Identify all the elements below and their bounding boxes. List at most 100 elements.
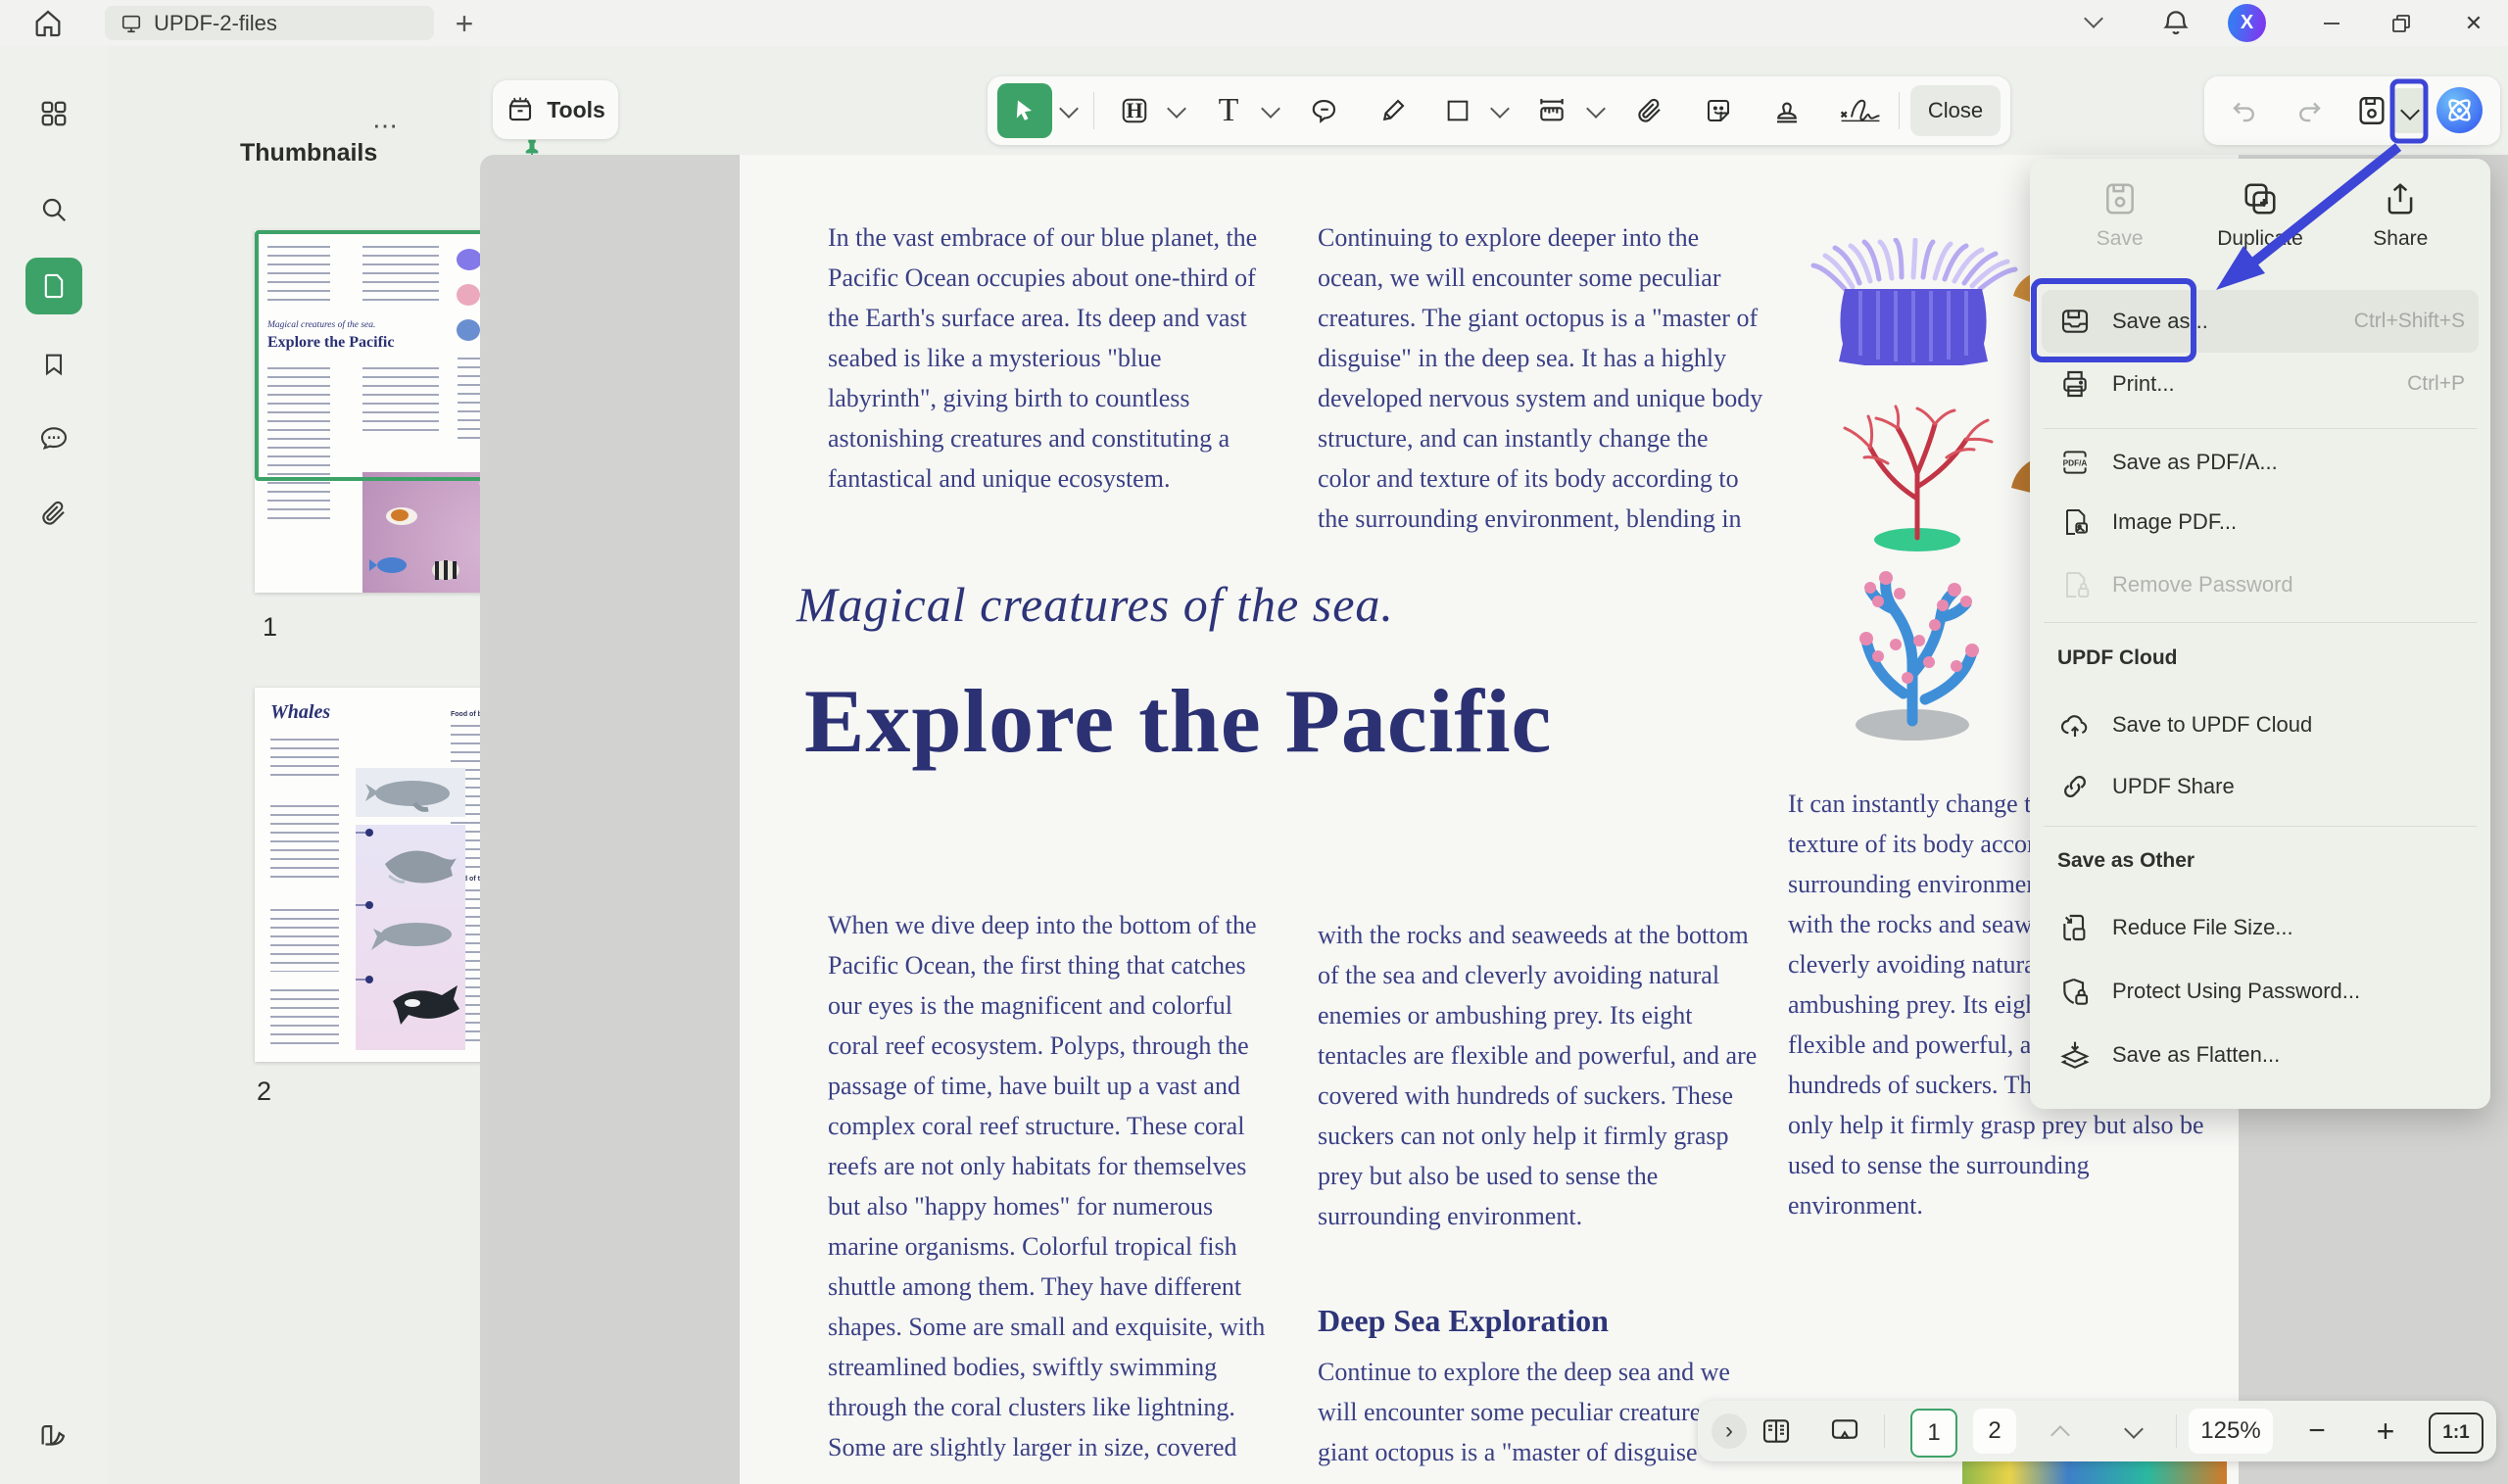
fan-coral-illustration — [1819, 405, 2015, 551]
branch-coral-illustration — [1809, 547, 2015, 742]
tab-monitor-icon — [121, 13, 142, 34]
select-tool-chevron-icon[interactable] — [1062, 102, 1076, 120]
window-minimize-button[interactable] — [2299, 0, 2364, 46]
user-avatar[interactable]: X — [2228, 4, 2266, 42]
thumb2-page-number: 2 — [257, 1077, 271, 1107]
page-1-button[interactable]: 1 — [1910, 1409, 1957, 1458]
shield-lock-icon — [2059, 976, 2091, 1007]
bookmark-icon[interactable] — [25, 336, 82, 393]
document-script-heading: Magical creatures of the sea. — [796, 576, 1394, 633]
ai-assistant-button[interactable] — [2436, 87, 2483, 133]
shape-tool-chevron-icon[interactable] — [1493, 102, 1507, 120]
file-actions-toolbar — [2204, 76, 2500, 145]
thumb1-page-number: 1 — [263, 612, 277, 643]
tools-button[interactable]: Tools — [493, 80, 618, 139]
menu-item-print[interactable]: Print... Ctrl+P — [2042, 357, 2479, 411]
ink-signature-icon[interactable] — [25, 1408, 82, 1464]
zoom-out-button[interactable]: − — [2295, 1409, 2339, 1454]
reduce-size-icon — [2059, 912, 2091, 943]
paragraph-col1-bottom: When we dive deep into the bottom of the… — [828, 905, 1265, 1467]
thumb2-text-lines — [270, 805, 339, 882]
paragraph-col1-top: In the vast embrace of our blue planet, … — [828, 217, 1257, 499]
text-tool-button[interactable]: T — [1201, 83, 1256, 138]
menu-item-protect-password[interactable]: Protect Using Password... — [2042, 964, 2479, 1019]
attachments-paperclip-icon[interactable] — [25, 485, 82, 542]
image-pdf-icon — [2059, 506, 2091, 538]
save-as-shortcut: Ctrl+Shift+S — [2354, 310, 2479, 333]
menu-quick-save: Save — [2050, 180, 2190, 251]
panel-drag-handle[interactable]: ⋯ — [372, 111, 401, 141]
menu-item-save-as[interactable]: Save as... Ctrl+Shift+S — [2042, 294, 2479, 349]
comment-tool-button[interactable] — [1297, 83, 1352, 138]
measure-tool-chevron-icon[interactable] — [1589, 102, 1603, 120]
previous-page-chevron-up-icon[interactable] — [2039, 1409, 2082, 1454]
search-icon[interactable] — [25, 181, 82, 238]
tools-label: Tools — [547, 97, 605, 123]
window-restore-button[interactable] — [2369, 0, 2434, 46]
zoom-level-display[interactable]: 125% — [2189, 1409, 2273, 1454]
comments-icon[interactable] — [25, 410, 82, 467]
thumbnails-panel: ⋯ Thumbnails Magical creatures of the se… — [108, 46, 480, 1484]
presentation-mode-icon[interactable] — [1823, 1409, 1866, 1454]
page-2-button[interactable]: 2 — [1973, 1409, 2016, 1454]
notifications-bell-icon[interactable] — [2160, 7, 2192, 38]
panel-title: Thumbnails — [240, 139, 377, 168]
menu-quick-duplicate[interactable]: Duplicate — [2190, 180, 2330, 251]
thumb2-text-lines — [270, 739, 339, 778]
pencil-tool-button[interactable] — [1366, 83, 1421, 138]
menu-header-updf-cloud: UPDF Cloud — [2057, 646, 2177, 670]
print-shortcut: Ctrl+P — [2407, 372, 2479, 396]
pdf-page-1: In the vast embrace of our blue planet, … — [740, 155, 2239, 1484]
heading-tool-button[interactable]: H — [1107, 83, 1162, 138]
text-tool-chevron-icon[interactable] — [1264, 102, 1278, 120]
page-layout-icon[interactable] — [1755, 1409, 1798, 1454]
redo-icon[interactable] — [2287, 88, 2332, 133]
save-as-icon — [2059, 306, 2091, 337]
stamp-tool-button[interactable] — [1760, 83, 1814, 138]
next-page-chevron-down-icon[interactable] — [2112, 1409, 2155, 1454]
updf-window: UPDF-2-files + X ✕ — [0, 0, 2508, 1484]
shape-tool-button[interactable] — [1430, 83, 1485, 138]
save-icon[interactable] — [2349, 88, 2394, 133]
close-toolbar-button[interactable]: Close — [1910, 85, 2001, 136]
pdfa-icon: PDF/A — [2059, 447, 2091, 478]
menu-item-save-as-pdfa[interactable]: PDF/A Save as PDF/A... — [2042, 435, 2479, 490]
undo-icon[interactable] — [2222, 88, 2267, 133]
menu-header-save-as-other: Save as Other — [2057, 849, 2194, 873]
measure-tool-button[interactable] — [1524, 83, 1579, 138]
cloud-upload-icon — [2059, 709, 2091, 741]
menu-item-image-pdf[interactable]: Image PDF... — [2042, 495, 2479, 550]
thumb2-whale-panel — [356, 825, 465, 1050]
menu-item-save-to-cloud[interactable]: Save to UPDF Cloud — [2042, 697, 2479, 752]
remove-password-icon — [2059, 569, 2091, 600]
page-navigation-bar: › 1 2 125% − + 1:1 — [1698, 1401, 2496, 1461]
save-icon — [2101, 180, 2139, 217]
anemone-illustration — [1806, 238, 2041, 365]
thumbnails-panel-icon[interactable] — [25, 258, 82, 314]
menu-item-reduce-file-size[interactable]: Reduce File Size... — [2042, 900, 2479, 955]
svg-text:PDF/A: PDF/A — [2063, 458, 2088, 467]
apps-grid-icon[interactable] — [25, 85, 82, 142]
sticker-tool-button[interactable] — [1691, 83, 1746, 138]
attach-tool-paperclip-icon[interactable] — [1622, 83, 1677, 138]
document-main-heading: Explore the Pacific — [804, 669, 1552, 773]
menu-quick-share[interactable]: Share — [2331, 180, 2471, 251]
expand-chevron-right-icon[interactable]: › — [1710, 1409, 1749, 1454]
document-tab[interactable]: UPDF-2-files — [105, 6, 434, 40]
paragraph-col2-deep: Continue to explore the deep sea and wew… — [1318, 1352, 1762, 1472]
new-tab-button[interactable]: + — [443, 2, 486, 45]
window-close-button[interactable]: ✕ — [2441, 0, 2506, 46]
menu-item-updf-share[interactable]: UPDF Share — [2042, 759, 2479, 814]
heading-tool-chevron-icon[interactable] — [1170, 102, 1183, 120]
document-subheading: Deep Sea Exploration — [1318, 1303, 1609, 1339]
save-dropdown-menu: Save Duplicate Share Save as... Ctrl+Shi… — [2030, 159, 2490, 1109]
save-dropdown-chevron[interactable] — [2392, 88, 2428, 133]
menu-item-save-as-flatten[interactable]: Save as Flatten... — [2042, 1028, 2479, 1082]
home-icon[interactable] — [32, 8, 64, 39]
duplicate-icon — [2242, 180, 2279, 217]
signature-tool-button[interactable] — [1826, 83, 1895, 138]
select-tool-button[interactable] — [997, 83, 1052, 138]
zoom-in-button[interactable]: + — [2364, 1409, 2407, 1454]
actual-size-button[interactable]: 1:1 — [2429, 1412, 2484, 1454]
titlebar-chevron-down-icon[interactable] — [2087, 10, 2100, 30]
